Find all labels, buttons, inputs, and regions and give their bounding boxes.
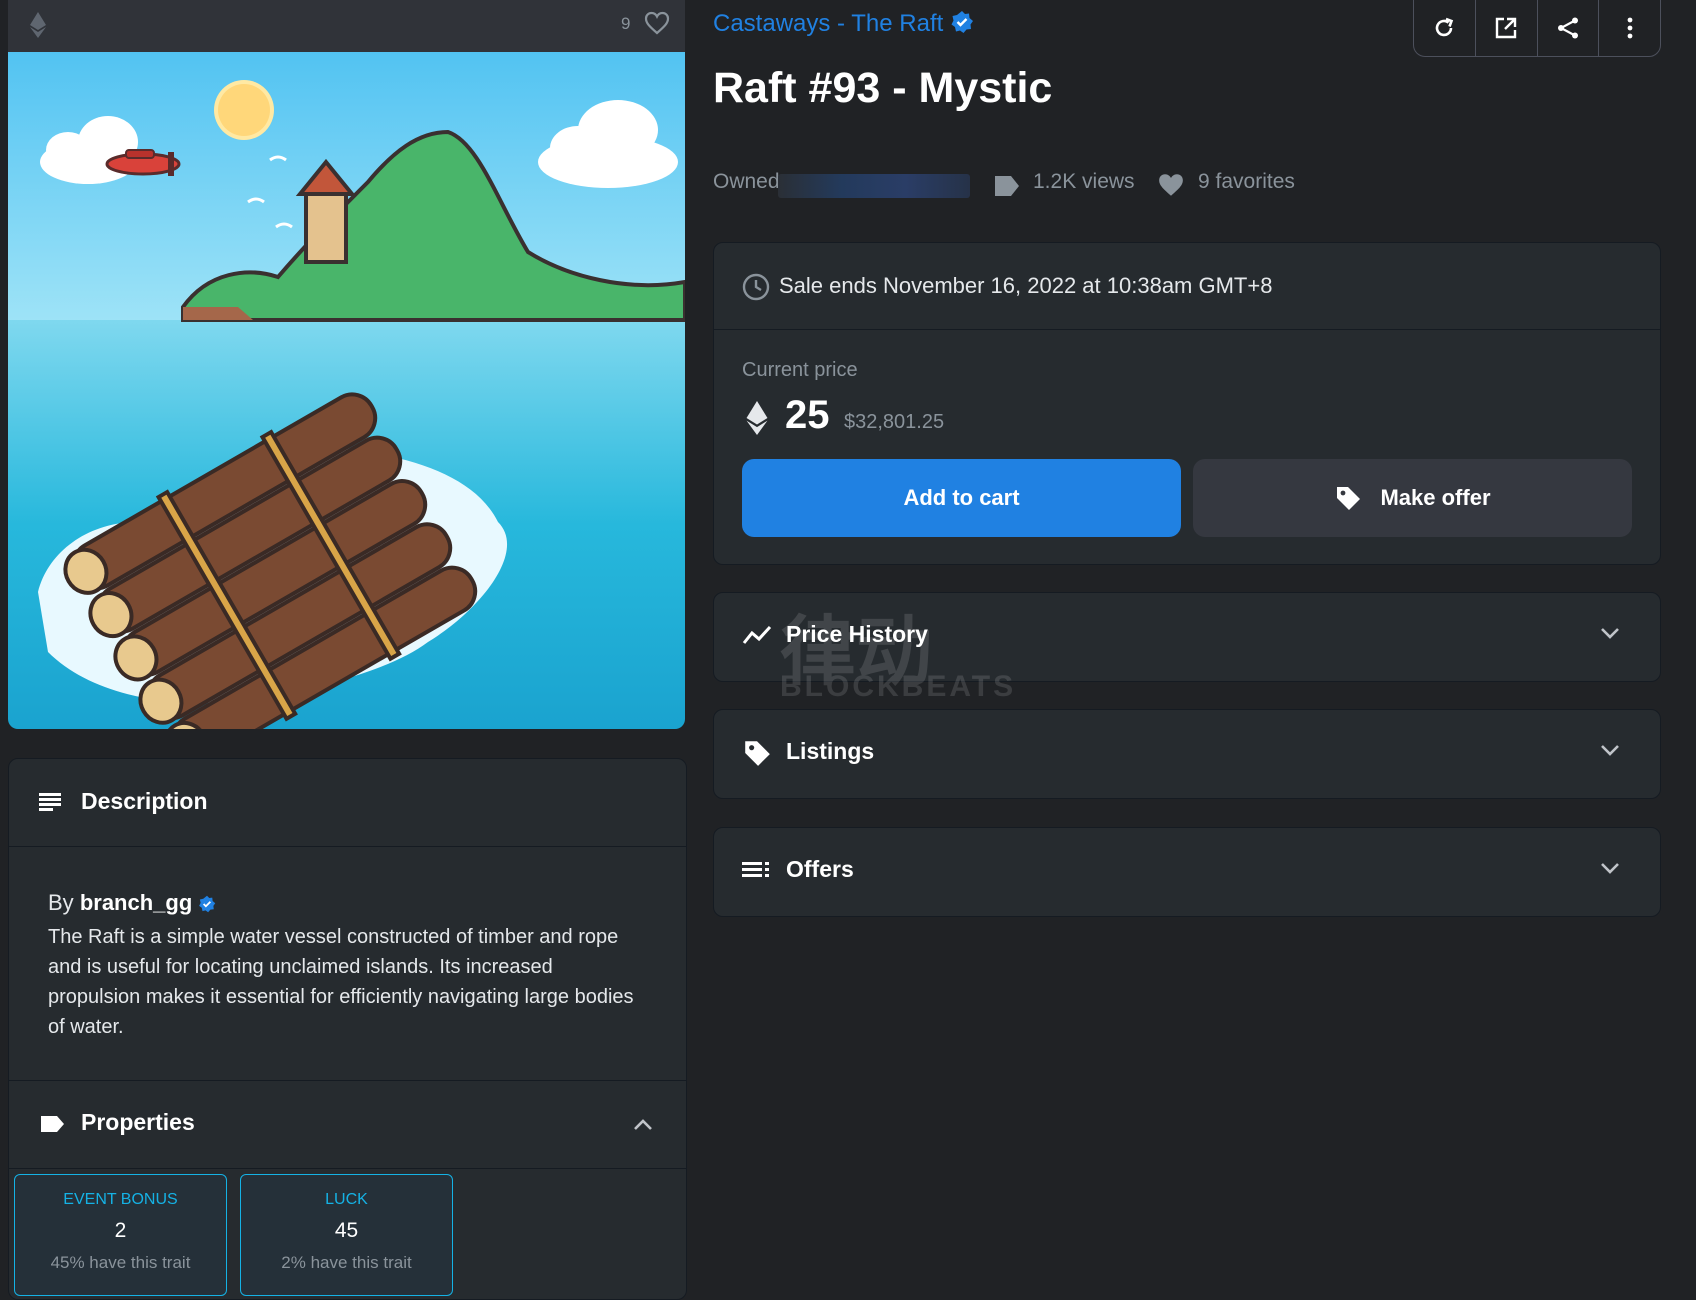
trait-rarity: 45% have this trait <box>50 1253 191 1272</box>
tag-icon <box>1334 484 1362 512</box>
clock-icon <box>742 273 770 301</box>
add-to-cart-button[interactable]: Add to cart <box>742 459 1181 537</box>
more-vertical-icon <box>1626 17 1634 39</box>
make-offer-label: Make offer <box>1380 485 1491 510</box>
chevron-down-icon <box>1600 862 1620 876</box>
listings-accordion[interactable]: Listings <box>713 709 1661 799</box>
action-toolbar <box>1413 0 1661 57</box>
more-options-button[interactable] <box>1599 0 1660 56</box>
trend-line-icon <box>742 623 772 647</box>
tag-icon <box>742 738 772 768</box>
accordion-title: Offers <box>786 856 854 882</box>
share-icon <box>1556 16 1580 40</box>
tag-icon <box>39 1114 65 1134</box>
accordion-title: Price History <box>786 621 928 647</box>
divider <box>9 846 686 847</box>
trait-type: EVENT BONUS <box>63 1191 178 1208</box>
heart-outline-icon[interactable] <box>644 11 670 35</box>
trait-value: 2 <box>114 1219 127 1242</box>
open-external-button[interactable] <box>1476 0 1538 56</box>
verified-badge-icon <box>198 895 216 913</box>
offers-accordion[interactable]: Offers <box>713 827 1661 917</box>
list-icon <box>742 861 770 881</box>
price-usd: $32,801.25 <box>844 411 945 433</box>
divider <box>9 1168 686 1169</box>
refresh-icon <box>1432 16 1456 40</box>
collection-name: Castaways - The Raft <box>713 10 944 37</box>
item-title: Raft #93 - Mystic <box>713 64 1053 112</box>
price-history-accordion[interactable]: Price History <box>713 592 1661 682</box>
ethereum-icon <box>746 401 768 435</box>
accordion-title: Listings <box>786 738 875 764</box>
divider <box>9 1080 686 1081</box>
image-header: 9 <box>8 0 685 52</box>
trait-rarity: 2% have this trait <box>281 1253 412 1272</box>
add-to-cart-label: Add to cart <box>903 485 1020 510</box>
collection-link[interactable]: Castaways - The Raft <box>713 10 974 38</box>
properties-title: Properties <box>81 1109 195 1135</box>
price-eth: 25 <box>785 393 830 437</box>
sale-panel: Sale ends November 16, 2022 at 10:38am G… <box>713 242 1661 565</box>
chevron-down-icon <box>1600 744 1620 758</box>
verified-badge-icon <box>950 10 974 34</box>
trait-card[interactable]: LUCK 45 2% have this trait <box>240 1174 453 1296</box>
heart-icon <box>1157 172 1185 198</box>
owner-label: Owned <box>713 170 780 193</box>
favorites-count: 9 favorites <box>1198 170 1295 193</box>
favorites-count: 9 <box>621 14 631 33</box>
owner-address-redacted[interactable] <box>778 174 970 198</box>
nft-artwork[interactable] <box>8 52 685 729</box>
trait-value: 45 <box>334 1219 359 1242</box>
chevron-down-icon <box>1600 627 1620 641</box>
creator-line: By branch_gg <box>48 890 216 916</box>
trait-type: LUCK <box>325 1191 368 1208</box>
make-offer-button[interactable]: Make offer <box>1193 459 1632 537</box>
by-label: By <box>48 890 74 915</box>
creator-link[interactable]: branch_gg <box>80 890 192 915</box>
external-link-icon <box>1494 16 1518 40</box>
description-title: Description <box>81 788 208 814</box>
refresh-button[interactable] <box>1414 0 1476 56</box>
ethereum-icon <box>30 12 46 38</box>
chevron-up-icon[interactable] <box>633 1117 653 1131</box>
views-count: 1.2K views <box>1033 170 1135 193</box>
description-icon <box>39 792 61 812</box>
trait-card[interactable]: EVENT BONUS 2 45% have this trait <box>14 1174 227 1296</box>
sale-end-time: Sale ends November 16, 2022 at 10:38am G… <box>779 273 1273 298</box>
divider <box>714 329 1660 330</box>
share-button[interactable] <box>1538 0 1600 56</box>
current-price-label: Current price <box>742 359 858 381</box>
description-text: The Raft is a simple water vessel constr… <box>48 926 634 1038</box>
views-icon <box>993 174 1021 198</box>
